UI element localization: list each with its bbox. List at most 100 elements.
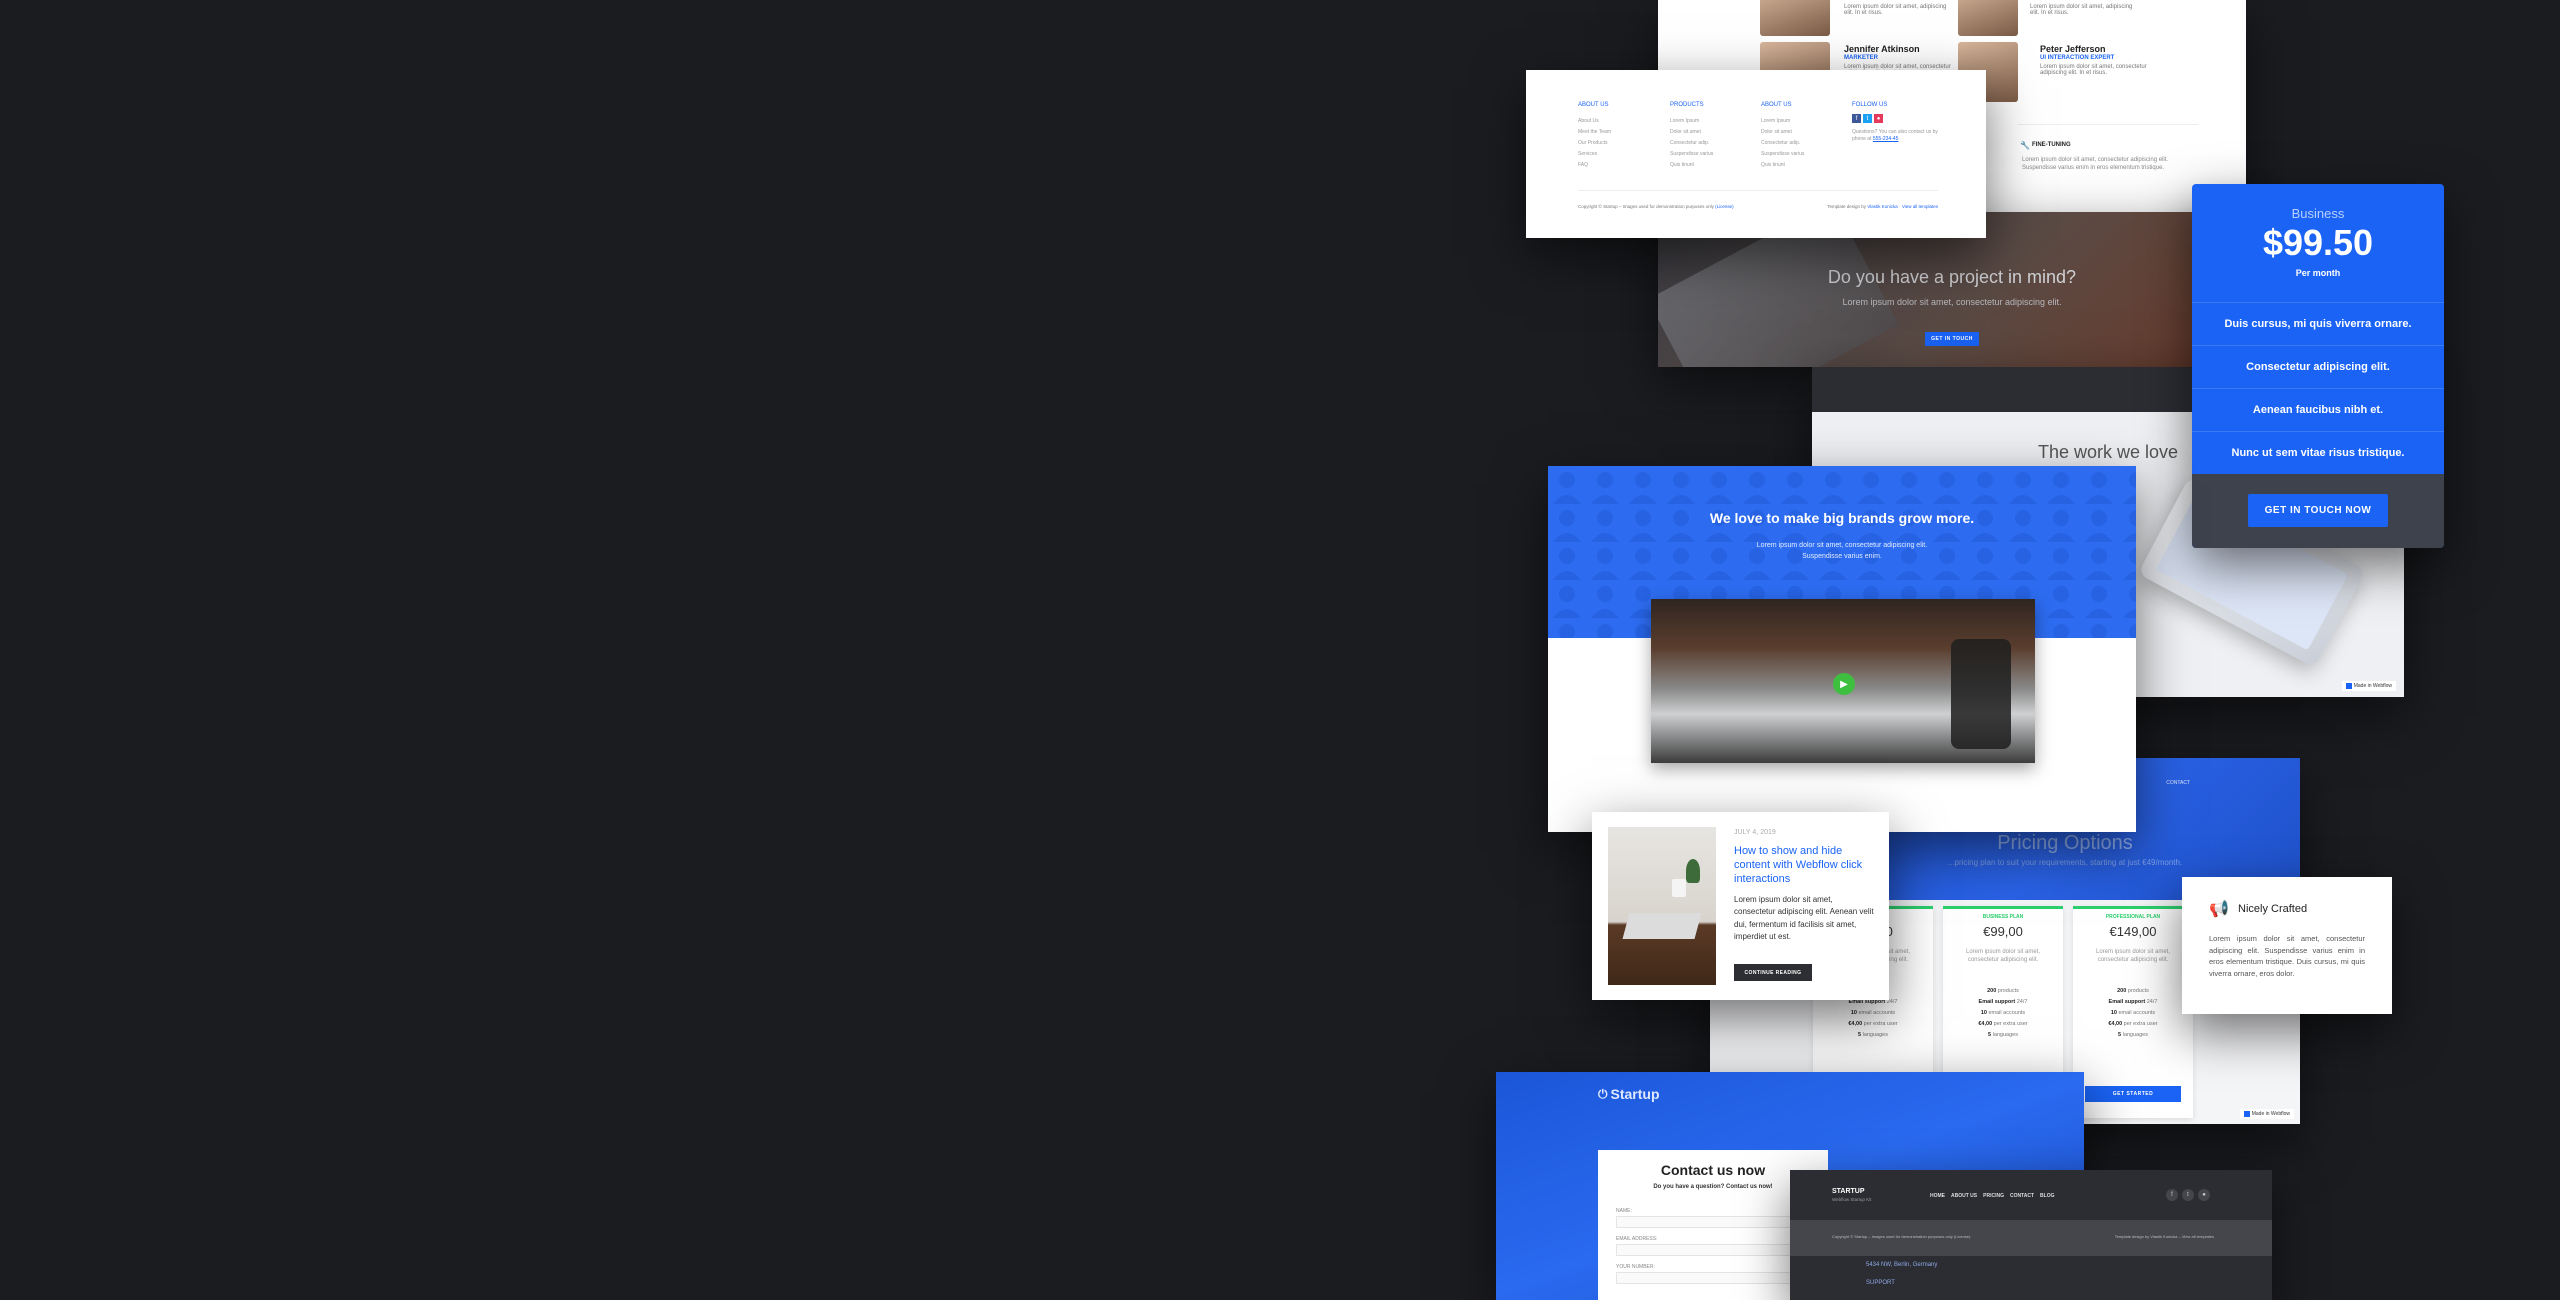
footer-link[interactable]: Consectetur adip.: [1670, 138, 1713, 149]
team-member-text: Lorem ipsum dolor sit amet, adipiscing e…: [2030, 4, 2133, 16]
pricing-tier: Business: [2291, 206, 2345, 221]
continue-reading-button[interactable]: CONTINUE READING: [1734, 964, 1812, 981]
dark-footer-card: STARTUP Webflow Startup Kit HOME ABOUT U…: [1790, 1170, 2272, 1300]
get-in-touch-now-button[interactable]: GET IN TOUCH NOW: [2248, 494, 2388, 527]
feature-value: 5: [1988, 1032, 1992, 1038]
phone-link[interactable]: 555-234-45: [1873, 136, 1899, 142]
footer-nav-item[interactable]: BLOG: [2040, 1193, 2054, 1199]
pricing-price: $99.50: [2262, 222, 2374, 263]
play-icon[interactable]: ▶: [1833, 673, 1855, 695]
footer-nav-item[interactable]: ABOUT US: [1951, 1193, 1977, 1199]
footer-link[interactable]: Lorem Ipsum: [1670, 116, 1713, 127]
facebook-icon[interactable]: f: [1852, 114, 1861, 123]
blog-title[interactable]: How to show and hide content with Webflo…: [1734, 845, 1874, 886]
blog-excerpt: Lorem ipsum dolor sit amet, consectetur …: [1734, 895, 1874, 942]
feature-value: €4,00: [1978, 1021, 1993, 1027]
footer-column: PRODUCTS Lorem Ipsum Dolor sit amet Cons…: [1670, 102, 1713, 171]
footer-link[interactable]: Suspendisse varius: [1670, 149, 1713, 160]
cta-heading: Do you have a project in mind?: [1827, 267, 2077, 287]
footer-link[interactable]: Services: [1578, 149, 1611, 160]
feature-label: languages: [1862, 1032, 1888, 1038]
footer-link[interactable]: Lorem Ipsum: [1761, 116, 1804, 127]
name-field[interactable]: [1616, 1216, 1810, 1228]
phone-field[interactable]: [1616, 1272, 1810, 1284]
footer-link[interactable]: Meet the Team: [1578, 127, 1611, 138]
feature-label: products: [2127, 988, 2149, 994]
feature-value: €4,00: [1848, 1021, 1863, 1027]
footer-link[interactable]: Dolor sit amet: [1761, 127, 1804, 138]
blog-image[interactable]: [1608, 827, 1716, 985]
dribbble-icon[interactable]: ●: [1874, 114, 1883, 123]
footer-nav-item[interactable]: HOME: [1930, 1193, 1945, 1199]
footer-link[interactable]: FAQ: [1578, 160, 1611, 171]
facebook-icon[interactable]: f: [2166, 1189, 2178, 1201]
feature-value: €4,00: [2108, 1021, 2123, 1027]
footer-link[interactable]: Suspendisse varius: [1761, 149, 1804, 160]
footer-bottom-bar: Copyright © Startup – Images used for de…: [1790, 1220, 2272, 1256]
get-started-button[interactable]: GET STARTED: [2085, 1086, 2181, 1102]
feature-label: per extra user: [1993, 1021, 2028, 1027]
divider: [2192, 345, 2444, 346]
twitter-icon[interactable]: t: [2182, 1189, 2194, 1201]
feature-value: Email support: [1978, 999, 2016, 1005]
divider: [2018, 124, 2198, 125]
webflow-badge[interactable]: Made in Webflow: [2341, 681, 2396, 691]
name-label: NAME:: [1616, 1208, 1632, 1214]
footer-link[interactable]: About Us: [1578, 116, 1611, 127]
startup-logo[interactable]: ⏻ Startup: [1598, 1086, 1660, 1102]
brands-text-line: Lorem ipsum dolor sit amet, consectetur …: [1756, 542, 1928, 549]
brands-video-card: We love to make big brands grow more. Lo…: [1548, 466, 2136, 832]
feature-card: 📢 Nicely Crafted Lorem ipsum dolor sit a…: [2182, 877, 2392, 1014]
pricing-feature: Consectetur adipiscing elit.: [2246, 361, 2390, 373]
feature-text: Lorem ipsum dolor sit amet, consectetur …: [2209, 934, 2365, 978]
webflow-badge[interactable]: Made in Webflow: [2239, 1109, 2294, 1119]
footer-nav: HOME ABOUT US PRICING CONTACT BLOG: [1930, 1193, 2055, 1199]
license-link[interactable]: (License): [1715, 204, 1734, 209]
plan-price: €149,00: [2109, 924, 2157, 939]
footer-column-title: ABOUT US: [1761, 102, 1792, 108]
fine-tuning-text: Lorem ipsum dolor sit amet, consectetur …: [2022, 157, 2169, 172]
feature-value: Email support: [2108, 999, 2146, 1005]
feature-value: 200: [2117, 988, 2127, 994]
feature-title: Nicely Crafted: [2238, 903, 2308, 915]
footer-link[interactable]: Quis tinunt: [1761, 160, 1804, 171]
pricing-feature: Duis cursus, mi quis viverra ornare.: [2224, 318, 2412, 330]
pricing-feature: Nunc ut sem vitae risus tristique.: [2231, 447, 2405, 459]
email-label: EMAIL ADDRESS:: [1616, 1236, 1658, 1242]
team-member-name: Jennifer Atkinson: [1844, 44, 1920, 54]
feature-label: email accounts: [2118, 1010, 2156, 1016]
twitter-icon[interactable]: t: [1863, 114, 1872, 123]
plan-accent: [1943, 906, 2063, 909]
footer-column: FOLLOW US f t ● Questions? You can also …: [1852, 102, 1947, 143]
footer-link[interactable]: Quis tinunt: [1670, 160, 1713, 171]
cta-text: Lorem ipsum dolor sit amet, consectetur …: [1842, 297, 2062, 307]
divider: [2192, 431, 2444, 432]
footer-link[interactable]: Dolor sit amet: [1670, 127, 1713, 138]
power-icon: ⏻: [1598, 1086, 1608, 1101]
blog-post-card: JULY 4, 2019 How to show and hide conten…: [1592, 812, 1889, 1000]
feature-label: email accounts: [1858, 1010, 1896, 1016]
feature-label: 24/7: [2146, 999, 2158, 1005]
footer-nav-item[interactable]: CONTACT: [2010, 1193, 2034, 1199]
author-link[interactable]: Vlastik Konicka: [1867, 204, 1898, 209]
footer-link[interactable]: Our Products: [1578, 138, 1611, 149]
dribbble-icon[interactable]: ●: [2198, 1189, 2210, 1201]
get-in-touch-button[interactable]: GET IN TOUCH: [1925, 332, 1979, 346]
feature-label: languages: [1992, 1032, 2018, 1038]
plant-shape: [1686, 859, 1700, 883]
footer-link[interactable]: Consectetur adip.: [1761, 138, 1804, 149]
email-field[interactable]: [1616, 1244, 1810, 1256]
avatar: [1958, 0, 2018, 36]
mug-shape: [1672, 879, 1686, 897]
office-video[interactable]: ▶: [1651, 599, 2035, 763]
footer-nav-item[interactable]: PRICING: [1983, 1193, 2004, 1199]
footer-brand[interactable]: STARTUP: [1832, 1188, 1865, 1195]
templates-link[interactable]: View all templates: [1902, 204, 1938, 209]
avatar: [1760, 0, 1830, 36]
nav-contact[interactable]: CONTACT: [2166, 780, 2190, 786]
feature-label: email accounts: [1988, 1010, 2026, 1016]
footer-links-card: ABOUT US About Us Meet the Team Our Prod…: [1526, 70, 1986, 238]
plan-price: €99,00: [1983, 924, 2023, 939]
credits: Template design by Vlastik Konicka · Vie…: [1827, 204, 1938, 209]
feature-label: per extra user: [1863, 1021, 1898, 1027]
